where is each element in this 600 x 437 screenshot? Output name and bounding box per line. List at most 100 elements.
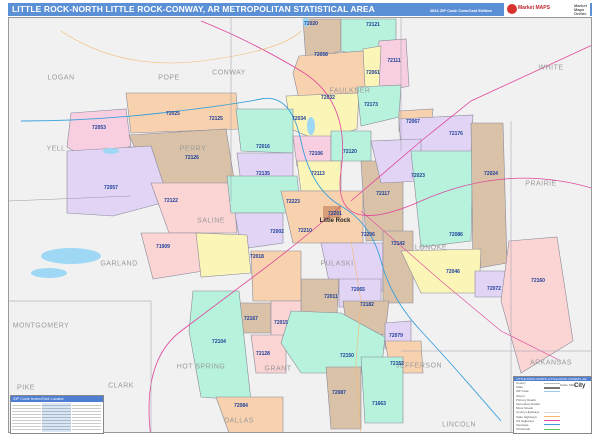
map-canvas[interactable]: LOGAN POPE CONWAY YELL PERRY FAULKNER WH… [8, 17, 592, 433]
globe-icon [507, 4, 517, 14]
zip-label[interactable]: 72057 [104, 185, 118, 191]
zip-label[interactable]: 72023 [411, 173, 425, 179]
zip-area [140, 232, 204, 280]
map-title: LITTLE ROCK-NORTH LITTLE ROCK-CONWAY, AR… [12, 4, 375, 14]
county-label: GRANT [264, 365, 292, 373]
county-label: LOGAN [47, 74, 75, 82]
zip-label[interactable]: 72173 [364, 102, 378, 108]
zip-label[interactable]: 72182 [360, 302, 374, 308]
zip-label[interactable]: 72206 [361, 232, 375, 238]
zip-label[interactable]: 72121 [366, 22, 380, 28]
zip-area [470, 122, 508, 270]
zip-label[interactable]: 72087 [332, 390, 346, 396]
zip-label[interactable]: 72142 [391, 241, 405, 247]
county-label: SALINE [197, 217, 225, 225]
zip-label[interactable]: 72176 [449, 131, 463, 137]
index-column [72, 403, 101, 432]
zip-label[interactable]: 72111 [387, 58, 400, 64]
zip-label[interactable]: 72126 [185, 155, 199, 161]
zip-area [500, 236, 574, 374]
legend-row: Toll Roads [514, 427, 591, 431]
zip-label[interactable]: 72058 [314, 52, 328, 58]
zip-label[interactable]: 71909 [156, 244, 170, 250]
zip-label[interactable]: 72128 [256, 351, 270, 357]
zip-label[interactable]: 72024 [484, 171, 498, 177]
county-label: PRAIRIE [525, 180, 557, 188]
zip-label[interactable]: 72053 [92, 125, 106, 131]
zip-label[interactable]: 72117 [376, 191, 390, 197]
county-label: DALLAS [224, 417, 254, 425]
zip-label[interactable]: 72016 [256, 144, 270, 150]
city-label-little-rock: Little Rock [319, 218, 351, 224]
zip-label[interactable]: 72020 [304, 21, 318, 27]
zip-label[interactable]: 72160 [531, 278, 545, 284]
county-label: YELL [46, 145, 66, 153]
title-bar: LITTLE ROCK-NORTH LITTLE ROCK-CONWAY, AR… [8, 2, 592, 17]
zip-label[interactable]: 72034 [292, 116, 306, 122]
zip-label[interactable]: 72032 [321, 95, 335, 101]
lake [307, 117, 315, 135]
zip-label[interactable]: 72150 [340, 353, 354, 359]
zip-area [215, 396, 284, 432]
zip-label[interactable]: 72135 [256, 171, 270, 177]
county-label: LINCOLN [442, 421, 476, 429]
county-label: WHITE [538, 64, 564, 72]
county-label: MONTGOMERY [12, 322, 70, 330]
zip-area [362, 45, 382, 90]
zip-label[interactable]: 72125 [209, 116, 223, 122]
county-label: PULASKI [320, 260, 354, 268]
zip-label[interactable]: 72113 [311, 171, 325, 177]
zip-label[interactable]: 72201 [328, 211, 342, 217]
zip-label[interactable]: 72152 [390, 361, 404, 367]
index-column [42, 403, 71, 432]
zip-label[interactable]: 72086 [449, 232, 463, 238]
zip-label[interactable]: 72018 [250, 254, 264, 260]
lake [103, 148, 119, 154]
index-column [12, 403, 41, 432]
zip-index-legend: ZIP Code Index/Grid Locator [10, 395, 104, 434]
zip-label[interactable]: 72067 [406, 119, 420, 125]
county-label: GARLAND [100, 260, 138, 268]
zip-label[interactable]: 72104 [212, 339, 226, 345]
zip-label[interactable]: 72120 [343, 149, 357, 155]
city-logo: City [574, 383, 586, 389]
logo-subtext: Market Maps Online [574, 3, 587, 16]
zip-area [325, 366, 362, 430]
zip-label[interactable]: 72025 [166, 111, 180, 117]
zip-index-title: ZIP Code Index/Grid Locator [11, 396, 103, 402]
zip-label[interactable]: 72122 [164, 198, 178, 204]
lake [31, 268, 67, 278]
zip-label[interactable]: 72084 [234, 403, 248, 409]
zip-label[interactable]: 72015 [274, 320, 288, 326]
zip-label[interactable]: 71663 [372, 401, 386, 407]
zip-label[interactable]: 72210 [298, 228, 312, 234]
zip-label[interactable]: 72106 [309, 151, 323, 157]
publisher-logo: Market MAPS Market Maps Online [504, 2, 590, 17]
zip-label[interactable]: 72061 [366, 70, 380, 76]
zip-label[interactable]: 72223 [286, 199, 300, 205]
zip-areas [66, 18, 574, 432]
zip-label[interactable]: 72065 [351, 287, 365, 293]
logo-text: Market MAPS [518, 5, 550, 11]
county-label: POPE [158, 74, 180, 82]
zip-area [330, 130, 372, 162]
zip-label[interactable]: 72046 [446, 269, 460, 275]
county-label: LONOKE [414, 244, 448, 252]
zip-area [195, 232, 252, 278]
county-label: ARKANSAS [529, 359, 573, 367]
county-label: CLARK [108, 382, 134, 390]
zip-label[interactable]: 72079 [389, 333, 403, 339]
lake [41, 248, 101, 264]
zip-label[interactable]: 72011 [324, 294, 338, 300]
zip-label[interactable]: 72002 [270, 229, 284, 235]
zip-label[interactable]: 72167 [244, 316, 258, 322]
county-label: CONWAY [212, 69, 246, 77]
edition-label: 2024 ZIP Code ColorCast Edition [429, 8, 492, 13]
map-legend: LITTLE ROCK-NORTH LITTLE ROCK-CONWAY, AR… [513, 376, 592, 434]
county-label: FAULKNER [329, 87, 371, 95]
zip-area [66, 145, 170, 217]
zip-area [125, 92, 240, 134]
zip-area [474, 270, 507, 298]
zip-label[interactable]: 72072 [487, 286, 501, 292]
zip-area [150, 182, 238, 234]
